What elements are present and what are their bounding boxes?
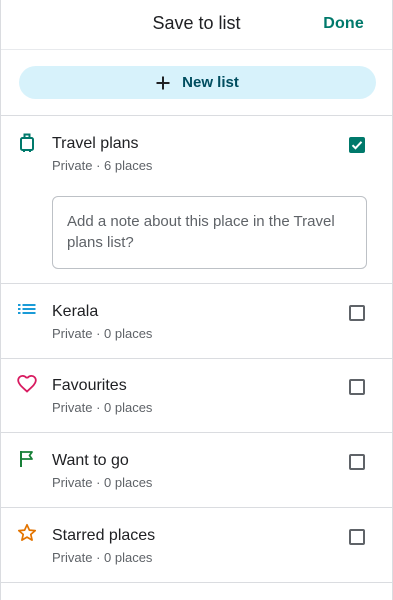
plus-icon <box>156 76 170 90</box>
list-item-favourites[interactable]: Favourites Private · 0 places <box>1 359 392 432</box>
note-input[interactable]: Add a note about this place in the Trave… <box>52 196 367 269</box>
new-list-label: New list <box>182 74 239 91</box>
list-item-starred-places[interactable]: Starred places Private · 0 places <box>1 508 392 582</box>
new-list-button[interactable]: New list <box>19 66 376 99</box>
list-name: Want to go <box>52 452 129 469</box>
done-button[interactable]: Done <box>323 15 364 33</box>
checkbox-want-to-go[interactable] <box>349 454 365 470</box>
list-item-kerala[interactable]: Kerala Private · 0 places <box>1 284 392 358</box>
flag-icon <box>17 449 37 469</box>
header: Save to list Done <box>1 0 392 50</box>
save-to-list-sheet: Save to list Done New list Travel plans … <box>0 0 393 600</box>
list-meta: Private · 0 places <box>52 326 153 341</box>
list-meta: Private · 6 places <box>52 158 153 173</box>
checkbox-travel-plans[interactable] <box>349 137 365 153</box>
luggage-icon <box>17 133 37 153</box>
list-name: Favourites <box>52 377 127 394</box>
list-meta: Private · 0 places <box>52 550 153 565</box>
list-meta: Private · 0 places <box>52 400 153 415</box>
star-icon <box>17 523 37 543</box>
divider <box>1 582 392 583</box>
list-name: Travel plans <box>52 135 139 152</box>
checkbox-kerala[interactable] <box>349 305 365 321</box>
list-icon <box>17 299 37 319</box>
checkbox-starred-places[interactable] <box>349 529 365 545</box>
list-name: Kerala <box>52 303 99 320</box>
checkbox-favourites[interactable] <box>349 379 365 395</box>
list-meta: Private · 0 places <box>52 475 153 490</box>
list-name: Starred places <box>52 527 156 544</box>
list-item-want-to-go[interactable]: Want to go Private · 0 places <box>1 433 392 507</box>
heart-icon <box>17 374 37 394</box>
